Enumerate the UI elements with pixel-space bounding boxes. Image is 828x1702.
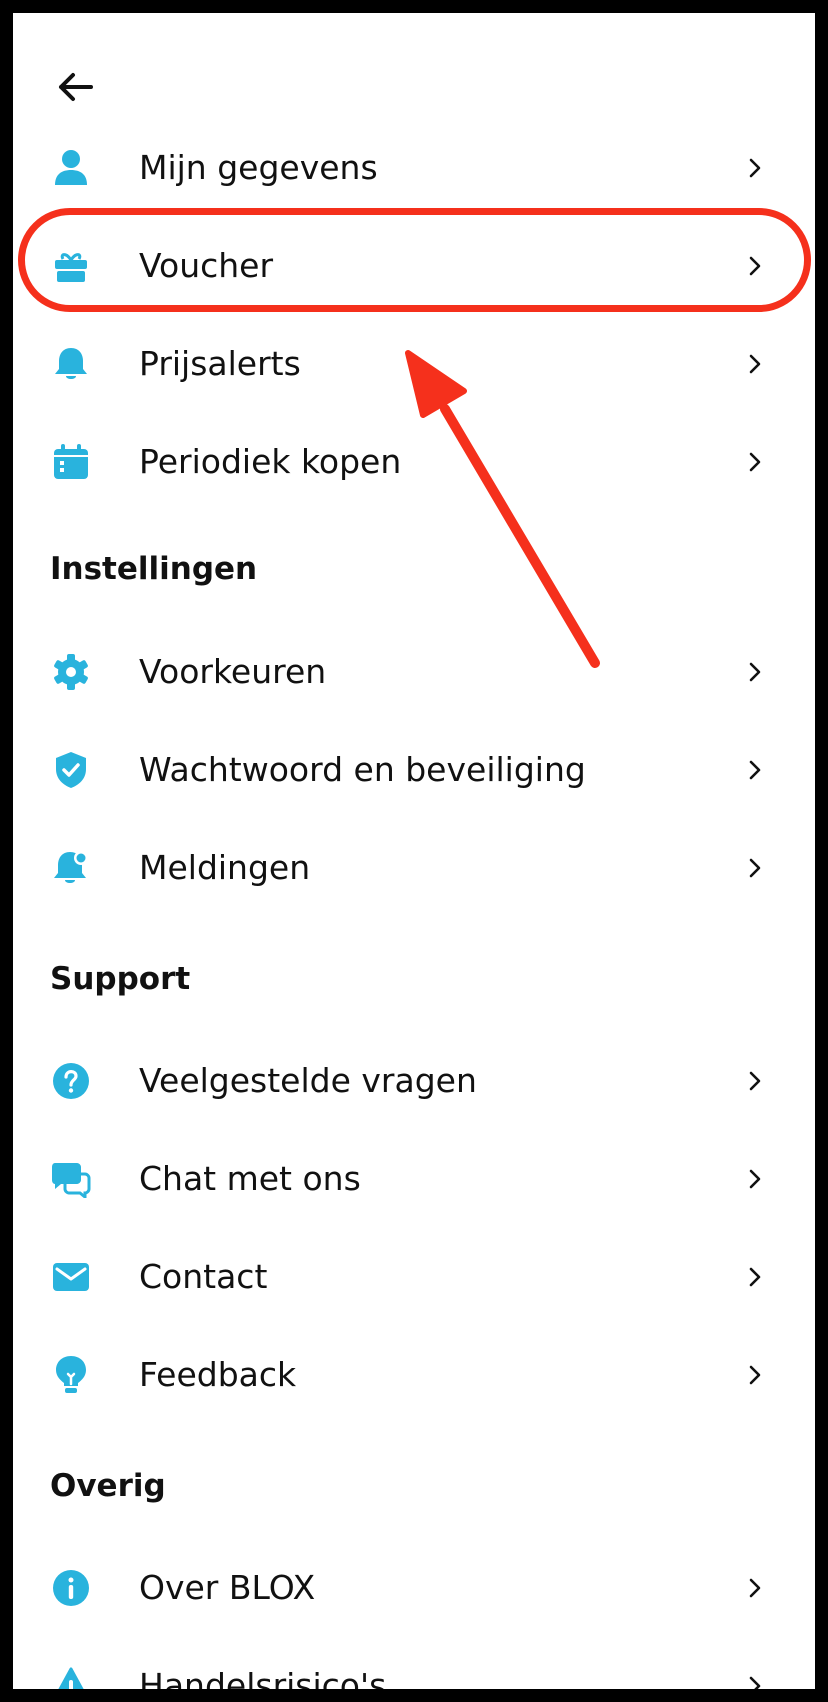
menu-item-chat-met-ons[interactable]: Chat met ons [13, 1130, 815, 1228]
menu-item-label: Mijn gegevens [139, 148, 378, 187]
user-icon [51, 148, 91, 188]
chevron-right-icon [749, 1676, 761, 1689]
menu-item-periodiek-kopen[interactable]: Periodiek kopen [13, 413, 815, 511]
section-title-instellingen: Instellingen [50, 551, 258, 587]
menu-item-over-blox[interactable]: Over BLOX [13, 1539, 815, 1637]
menu-item-label: Veelgestelde vragen [139, 1061, 477, 1100]
chevron-right-icon [749, 760, 761, 780]
chevron-right-icon [749, 1071, 761, 1091]
question-icon [51, 1061, 91, 1101]
menu-item-voucher[interactable]: Voucher [13, 217, 815, 315]
menu-item-label: Over BLOX [139, 1568, 316, 1607]
menu-item-label: Meldingen [139, 848, 311, 887]
chevron-right-icon [749, 1169, 761, 1189]
chevron-right-icon [749, 1267, 761, 1287]
chevron-right-icon [749, 354, 761, 374]
mail-icon [51, 1257, 91, 1297]
chat-icon [51, 1159, 91, 1199]
shield-check-icon [51, 750, 91, 790]
menu-item-veelgestelde-vragen[interactable]: Veelgestelde vragen [13, 1032, 815, 1130]
chevron-right-icon [749, 452, 761, 472]
menu-item-label: Contact [139, 1257, 268, 1296]
bell-icon [51, 344, 91, 384]
back-button[interactable] [51, 63, 99, 111]
chevron-right-icon [749, 858, 761, 878]
section-title-overig: Overig [50, 1468, 166, 1504]
lightbulb-icon [51, 1355, 91, 1395]
section-title-support: Support [50, 961, 191, 997]
menu-item-contact[interactable]: Contact [13, 1228, 815, 1326]
menu-item-label: Voucher [139, 246, 274, 285]
menu-item-label: Periodiek kopen [139, 442, 402, 481]
menu-item-feedback[interactable]: Feedback [13, 1326, 815, 1424]
calendar-icon [51, 442, 91, 482]
chevron-right-icon [749, 1578, 761, 1598]
menu-item-label: Handelsrisico's [139, 1666, 387, 1689]
menu-item-label: Feedback [139, 1355, 297, 1394]
info-icon [51, 1568, 91, 1608]
menu-item-mijn-gegevens[interactable]: Mijn gegevens [13, 119, 815, 217]
notification-bell-icon [51, 848, 91, 888]
chevron-right-icon [749, 256, 761, 276]
chevron-right-icon [749, 158, 761, 178]
menu-item-handelsrisicos[interactable]: Handelsrisico's [13, 1637, 815, 1689]
chevron-right-icon [749, 662, 761, 682]
arrow-left-icon [59, 73, 93, 101]
chevron-right-icon [749, 1365, 761, 1385]
gear-icon [51, 652, 91, 692]
gift-icon [51, 246, 91, 286]
menu-item-label: Chat met ons [139, 1159, 361, 1198]
menu-item-voorkeuren[interactable]: Voorkeuren [13, 623, 815, 721]
menu-item-label: Prijsalerts [139, 344, 301, 383]
settings-screen: Mijn gegevens Voucher Prijsalerts Period… [13, 13, 815, 1689]
menu-item-label: Wachtwoord en beveiliging [139, 750, 586, 789]
menu-item-label: Voorkeuren [139, 652, 327, 691]
warning-icon [51, 1666, 91, 1689]
menu-item-wachtwoord-en-beveiliging[interactable]: Wachtwoord en beveiliging [13, 721, 815, 819]
menu-item-meldingen[interactable]: Meldingen [13, 819, 815, 917]
menu-item-prijsalerts[interactable]: Prijsalerts [13, 315, 815, 413]
